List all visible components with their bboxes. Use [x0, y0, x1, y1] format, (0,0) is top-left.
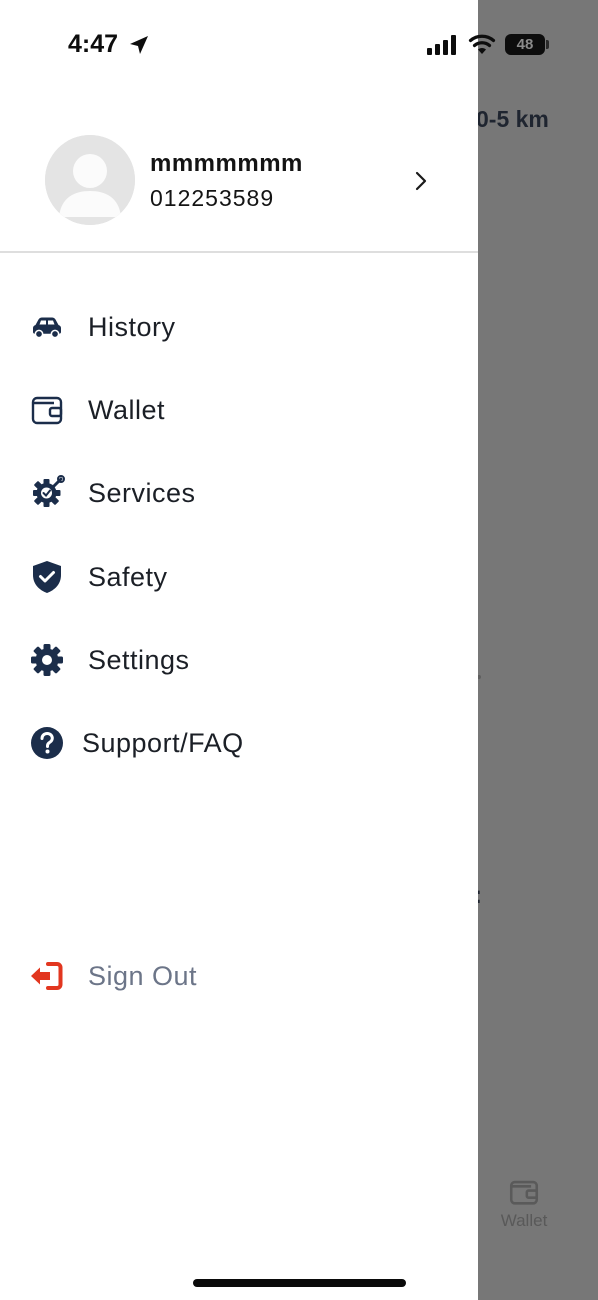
wallet-icon	[509, 1180, 539, 1205]
profile-name: mmmmmmm	[150, 150, 303, 177]
menu-item-label: Safety	[88, 561, 168, 592]
chevron-right-icon[interactable]	[410, 168, 432, 194]
location-arrow-icon	[130, 36, 148, 54]
car-icon	[28, 308, 66, 346]
profile-divider	[0, 251, 478, 253]
sign-out-label: Sign Out	[88, 960, 198, 991]
user-placeholder-icon	[45, 135, 135, 225]
menu-item-wallet[interactable]: Wallet	[0, 380, 478, 440]
menu-item-label: History	[88, 311, 176, 342]
wallet-icon	[28, 391, 66, 429]
menu-item-label: Services	[88, 477, 196, 508]
menu-item-label: Wallet	[88, 394, 166, 425]
question-circle-icon	[28, 724, 66, 762]
battery-indicator: 48	[505, 34, 545, 55]
cellular-signal-icon	[427, 35, 456, 55]
services-gear-wrench-icon	[28, 474, 66, 512]
sign-out-icon	[28, 957, 66, 995]
battery-level: 48	[516, 36, 534, 53]
background-tab-wallet: Wallet	[490, 1175, 558, 1231]
battery-tip	[546, 40, 549, 49]
shield-check-icon	[28, 558, 66, 596]
profile-phone: 012253589	[150, 185, 275, 211]
menu-item-support-faq[interactable]: Support/FAQ	[0, 713, 478, 773]
navigation-drawer: mmmmmmm 012253589 History Wallet Service…	[0, 0, 478, 1300]
sign-out-button[interactable]: Sign Out	[0, 946, 478, 1006]
menu-item-label: Settings	[88, 644, 190, 675]
avatar	[45, 135, 135, 225]
wifi-icon	[468, 34, 496, 54]
menu-item-safety[interactable]: Safety	[0, 547, 478, 607]
status-bar: 4:47 48	[0, 0, 598, 90]
background-tab-wallet-label: Wallet	[500, 1211, 548, 1230]
menu-item-settings[interactable]: Settings	[0, 630, 478, 690]
menu-item-services[interactable]: Services	[0, 463, 478, 523]
background-distance-label: 0-5 km	[476, 106, 549, 132]
home-indicator[interactable]	[193, 1279, 406, 1287]
menu-item-label: Support/FAQ	[82, 727, 244, 758]
status-time: 4:47	[68, 30, 119, 58]
gear-icon	[28, 641, 66, 679]
menu-item-history[interactable]: History	[0, 297, 478, 357]
profile-header[interactable]: mmmmmmm 012253589	[0, 128, 478, 248]
